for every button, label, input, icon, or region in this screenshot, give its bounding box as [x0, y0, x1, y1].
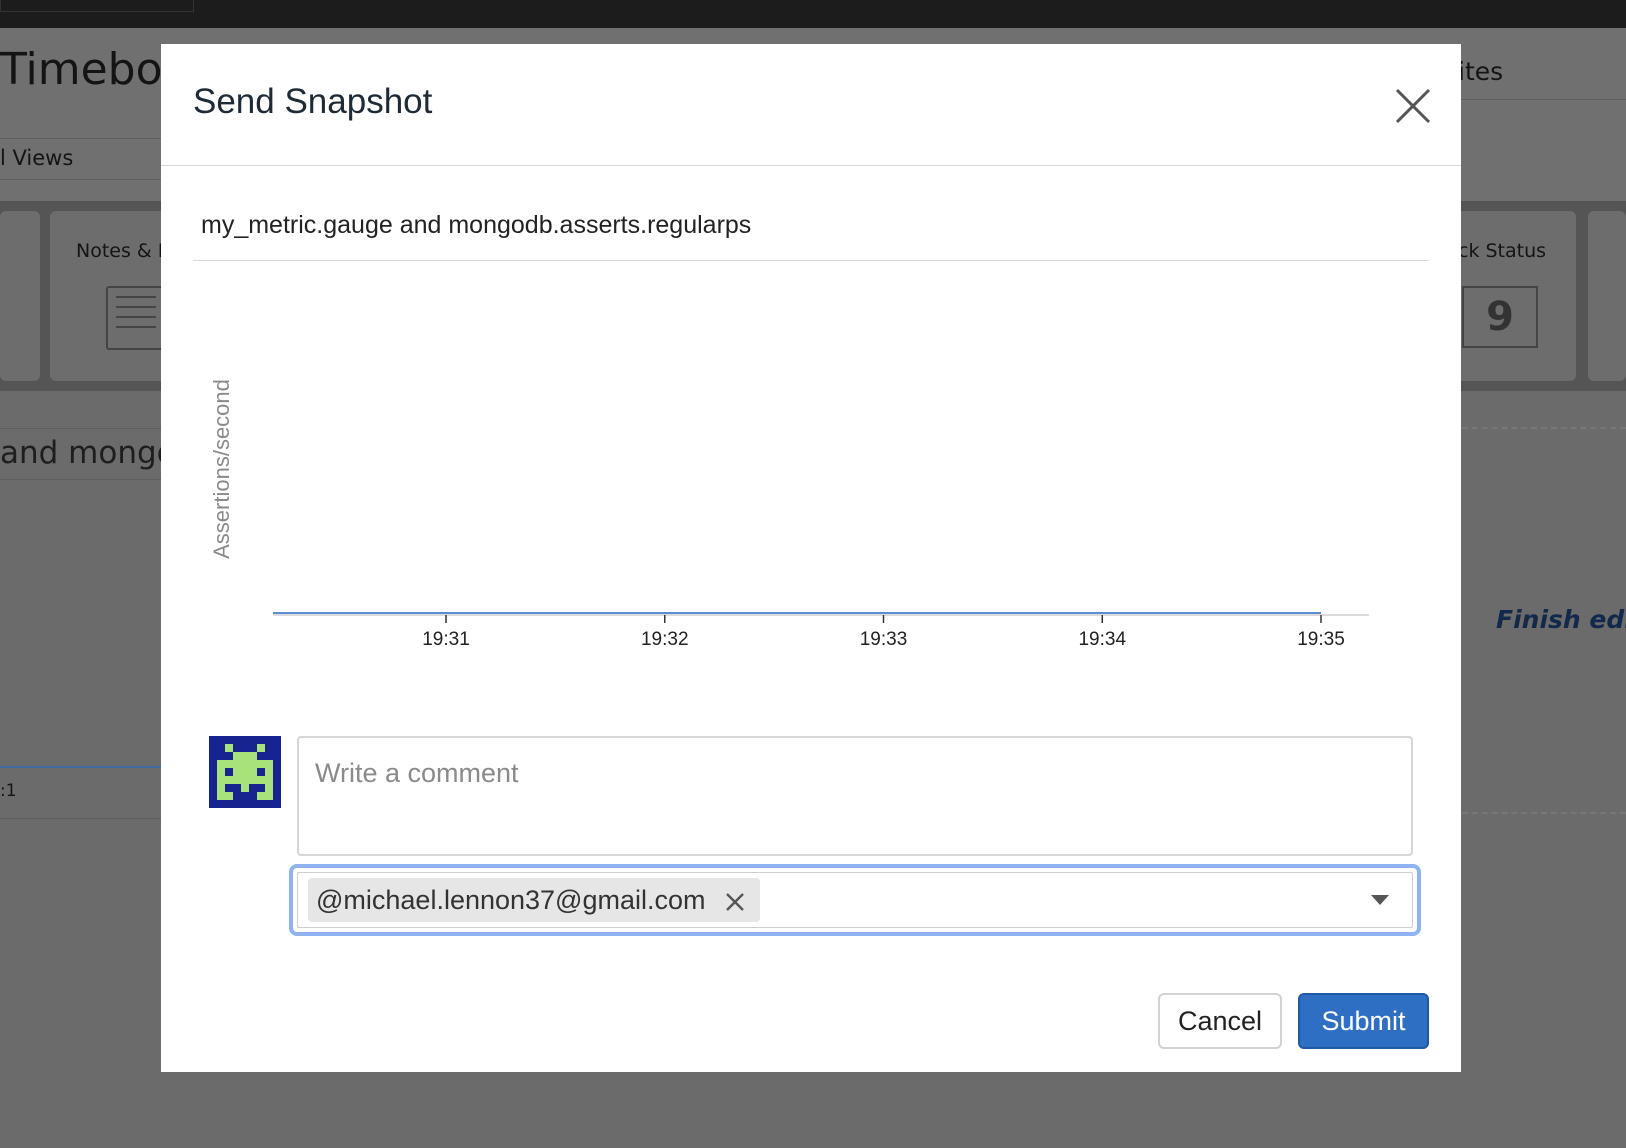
widget-tray-card: [1588, 211, 1626, 381]
finish-editing-link: Finish edit: [1496, 605, 1626, 634]
x-tick-label: 19:33: [860, 629, 908, 650]
divider: [0, 818, 170, 819]
remove-tag-button[interactable]: [724, 889, 746, 911]
x-tick-label: 19:31: [422, 629, 470, 650]
y-axis-label: Assertions/second: [209, 379, 234, 559]
top-search-field: [0, 0, 194, 12]
chevron-down-icon[interactable]: [1370, 893, 1390, 907]
pixel-invader-avatar-icon: [209, 736, 281, 808]
widget-series-line: [0, 766, 170, 768]
submit-button[interactable]: Submit: [1298, 993, 1429, 1049]
check-status-card-label: ck Status: [1458, 240, 1547, 262]
time-range-label: ites: [1458, 57, 1504, 86]
recipient-tag: @michael.lennon37@gmail.com: [308, 878, 760, 922]
drop-zone-border: [1462, 812, 1626, 814]
recipient-tag-label: @michael.lennon37@gmail.com: [316, 884, 706, 915]
comment-input[interactable]: [297, 736, 1413, 856]
close-button[interactable]: [1391, 84, 1435, 128]
close-icon: [1395, 88, 1431, 124]
chart-svg: Assertions/second 19:31 19:32 19:33 19:34 19:…: [209, 379, 1369, 650]
notes-card-label: Notes & I: [76, 240, 164, 262]
page-title: Timebo: [0, 44, 163, 95]
modal-header: Send Snapshot: [161, 44, 1461, 166]
x-tick-label: 19:34: [1078, 629, 1126, 650]
drop-zone-border: [1462, 427, 1626, 429]
graph-title: my_metric.gauge and mongodb.asserts.regu…: [193, 207, 1429, 261]
widget-title: and mongod: [0, 428, 170, 480]
x-tick-label: 19:32: [641, 629, 689, 650]
remove-tag-icon: [725, 893, 744, 911]
cancel-button[interactable]: Cancel: [1158, 993, 1282, 1049]
snapshot-chart: Assertions/second 19:31 19:32 19:33 19:34 19:…: [191, 269, 1431, 729]
send-snapshot-modal: Send Snapshot my_metric.gauge and mongod…: [161, 44, 1461, 1072]
modal-title: Send Snapshot: [193, 82, 433, 121]
x-tick-label: 19:35: [1297, 629, 1345, 650]
top-nav-bar: [0, 0, 1626, 28]
check-status-value: 9: [1462, 286, 1538, 348]
recipients-select[interactable]: @michael.lennon37@gmail.com: [289, 864, 1421, 936]
recipients-select-inner: @michael.lennon37@gmail.com: [297, 872, 1413, 928]
document-icon: [106, 286, 166, 350]
avatar: [209, 736, 281, 808]
widget-tick-label: :1: [0, 781, 17, 801]
widget-tray-card: [0, 211, 40, 381]
